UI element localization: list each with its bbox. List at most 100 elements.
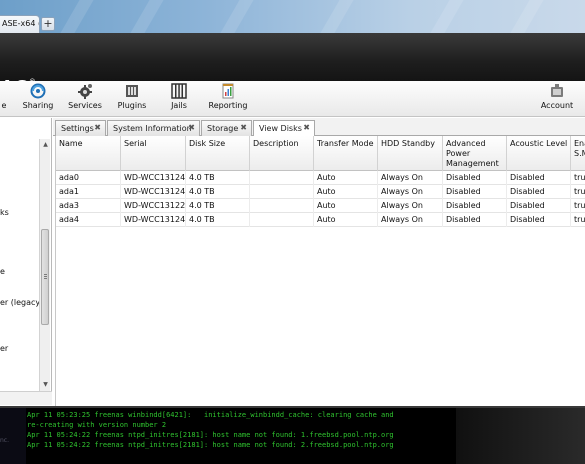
grip-line <box>44 278 47 279</box>
toolbar-services-button[interactable]: Services <box>65 83 105 115</box>
app-header: AS® <box>0 33 585 99</box>
cell-disk-size: 4.0 TB <box>186 213 250 227</box>
account-icon <box>551 84 563 97</box>
tree-item[interactable]: er (legacy <box>0 298 40 307</box>
toolbar-reporting-button[interactable]: Reporting <box>206 83 250 115</box>
grid-header: Name Serial Disk Size Description Transf… <box>56 136 585 171</box>
cell-description <box>250 185 314 199</box>
column-header-transfer-mode[interactable]: Transfer Mode <box>314 136 378 171</box>
tab-system-information[interactable]: System Information ✖ <box>107 120 200 136</box>
jails-icon <box>171 83 187 99</box>
new-tab-button[interactable]: + <box>41 17 55 31</box>
left-panel-scrollbar[interactable]: ▲ ▼ <box>39 139 50 391</box>
tabstrip-stripe <box>220 0 254 33</box>
cell-apm: Disabled <box>443 213 507 227</box>
tabstrip-stripe <box>320 0 354 33</box>
toolbar-label: Sharing <box>22 101 54 110</box>
content-tab-bar: Settings ✖ System Information ✖ Storage … <box>53 118 585 137</box>
cell-apm: Disabled <box>443 171 507 185</box>
tab-label: View Disks <box>259 124 302 133</box>
tree-item[interactable]: ks <box>0 208 9 217</box>
cell-description <box>250 213 314 227</box>
app-window: ASE-x64 (... + AS® e Sharing <box>0 0 585 464</box>
console-line: Apr 11 05:24:22 freenas ntpd_initres[218… <box>27 431 394 439</box>
table-row[interactable]: ada0 WD-WCC13124C 4.0 TB Auto Always On … <box>56 171 585 185</box>
tabstrip-stripe <box>130 0 164 33</box>
cell-disk-size: 4.0 TB <box>186 199 250 213</box>
column-header-hdd-standby[interactable]: HDD Standby <box>378 136 443 171</box>
toolbar-plugins-button[interactable]: Plugins <box>114 83 150 115</box>
cell-apm: Disabled <box>443 199 507 213</box>
column-header-disk-size[interactable]: Disk Size <box>186 136 250 171</box>
cell-transfer-mode: Auto <box>314 185 378 199</box>
close-icon[interactable]: ✖ <box>94 123 101 132</box>
toolbar-jails-button[interactable]: Jails <box>162 83 196 115</box>
cell-name: ada0 <box>56 171 121 185</box>
cell-transfer-mode: Auto <box>314 171 378 185</box>
browser-tab[interactable]: ASE-x64 (... <box>0 15 40 33</box>
tree-item[interactable]: e <box>0 267 5 276</box>
sharing-icon <box>30 83 46 99</box>
table-row[interactable]: ada1 WD-WCC131246 4.0 TB Auto Always On … <box>56 185 585 199</box>
tab-storage[interactable]: Storage ✖ <box>201 120 252 136</box>
grip-line <box>44 274 47 275</box>
cell-smart: tru <box>571 171 585 185</box>
console-line: re-creating with version number 2 <box>27 421 167 429</box>
toolbar-label: Plugins <box>117 101 147 110</box>
disks-grid: Name Serial Disk Size Description Transf… <box>55 136 585 406</box>
tabstrip-stripe <box>60 0 94 33</box>
tab-settings[interactable]: Settings ✖ <box>55 120 106 136</box>
table-row[interactable]: ada3 WD-WCC131226 4.0 TB Auto Always On … <box>56 199 585 213</box>
cell-serial: WD-WCC13124C <box>121 171 186 185</box>
scrollbar-thumb[interactable] <box>41 229 49 325</box>
tab-view-disks[interactable]: View Disks ✖ <box>253 120 315 137</box>
main-toolbar: e Sharing Services Plugins Jails Reporti… <box>0 81 585 117</box>
cell-apm: Disabled <box>443 185 507 199</box>
tab-label: Settings <box>61 124 94 133</box>
close-icon[interactable]: ✖ <box>240 123 247 132</box>
console-lines: Apr 11 05:23:25 freenas winbindd[6421]: … <box>27 410 457 462</box>
cell-serial: WD-WCC131246 <box>121 213 186 227</box>
tab-label: Storage <box>207 124 239 133</box>
column-header-name[interactable]: Name <box>56 136 121 171</box>
partial-icon <box>0 83 16 99</box>
grip-line <box>44 276 47 277</box>
cell-serial: WD-WCC131226 <box>121 199 186 213</box>
toolbar-account-button[interactable]: Account <box>538 83 576 115</box>
scroll-down-arrow-icon[interactable]: ▼ <box>41 380 50 389</box>
services-gear-icon <box>78 84 92 99</box>
cell-disk-size: 4.0 TB <box>186 171 250 185</box>
column-header-advanced-power-management[interactable]: Advanced Power Management <box>443 136 507 171</box>
column-header-description[interactable]: Description <box>250 136 314 171</box>
cell-smart: tru <box>571 199 585 213</box>
toolbar-label: Account <box>540 101 574 110</box>
toolbar-sharing-button[interactable]: Sharing <box>20 83 56 115</box>
column-header-serial[interactable]: Serial <box>121 136 186 171</box>
scroll-up-arrow-icon[interactable]: ▲ <box>41 140 50 149</box>
tabstrip-stripe <box>510 0 544 33</box>
cell-acoustic-level: Disabled <box>507 213 571 227</box>
toolbar-label: e <box>1 101 7 110</box>
console-log[interactable]: nc. Apr 11 05:23:25 freenas winbindd[642… <box>0 406 585 464</box>
cell-transfer-mode: Auto <box>314 199 378 213</box>
toolbar-label: Jails <box>171 101 187 110</box>
cell-hdd-standby: Always On <box>378 171 443 185</box>
tab-label: System Information <box>113 124 192 133</box>
close-icon[interactable]: ✖ <box>303 123 310 132</box>
tree-item[interactable]: er <box>0 344 8 353</box>
column-header-enable-smart[interactable]: Ena S.M <box>571 136 585 171</box>
cell-hdd-standby: Always On <box>378 199 443 213</box>
toolbar-item-partial[interactable]: e <box>0 83 8 115</box>
column-header-acoustic-level[interactable]: Acoustic Level <box>507 136 571 171</box>
console-line: Apr 11 05:23:25 freenas winbindd[6421]: … <box>27 411 394 419</box>
toolbar-label: Reporting <box>208 101 248 110</box>
table-row[interactable]: ada4 WD-WCC131246 4.0 TB Auto Always On … <box>56 213 585 227</box>
cell-smart: tru <box>571 185 585 199</box>
gutter-text: nc. <box>0 437 10 444</box>
close-icon[interactable]: ✖ <box>188 123 195 132</box>
console-gutter: nc. <box>0 408 26 464</box>
cell-description <box>250 199 314 213</box>
console-side-panel <box>456 408 585 464</box>
cell-transfer-mode: Auto <box>314 213 378 227</box>
cell-serial: WD-WCC131246 <box>121 185 186 199</box>
